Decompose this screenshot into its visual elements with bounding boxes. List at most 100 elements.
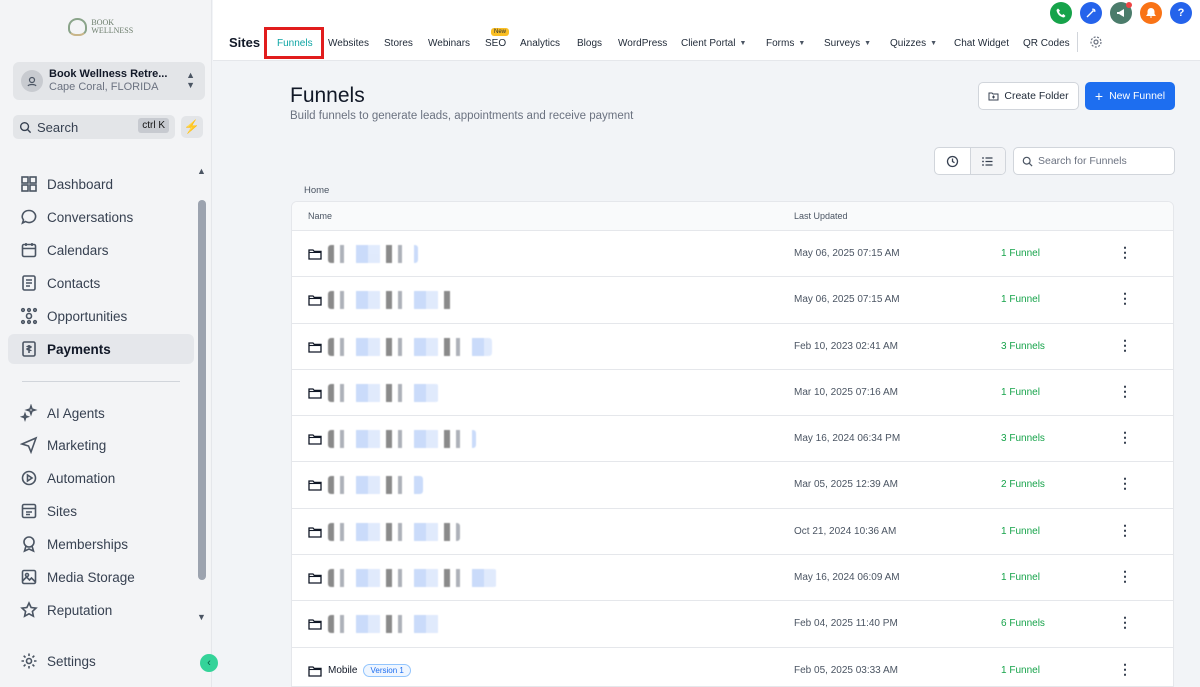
more-options-icon[interactable]: ⋮ bbox=[1118, 614, 1132, 630]
more-options-icon[interactable]: ⋮ bbox=[1118, 383, 1132, 399]
tab-seo[interactable]: SEO bbox=[485, 38, 506, 49]
tab-forms[interactable]: Forms ▼ bbox=[766, 38, 805, 49]
more-options-icon[interactable]: ⋮ bbox=[1118, 290, 1132, 306]
sidebar-item-dashboard[interactable]: Dashboard bbox=[8, 169, 194, 199]
list-view-button[interactable] bbox=[969, 148, 1005, 174]
sidebar-item-sites[interactable]: Sites bbox=[8, 496, 194, 526]
funnel-count-link[interactable]: 1 Funnel bbox=[1001, 526, 1040, 537]
sidebar-item-label: Calendars bbox=[47, 242, 109, 258]
create-folder-button[interactable]: Create Folder bbox=[978, 82, 1079, 110]
redacted-folder-name[interactable] bbox=[328, 569, 497, 588]
more-options-icon[interactable]: ⋮ bbox=[1118, 475, 1132, 491]
table-row[interactable]: May 06, 2025 07:15 AM 1 Funnel ⋮ bbox=[292, 231, 1173, 278]
more-options-icon[interactable]: ⋮ bbox=[1118, 522, 1132, 538]
redacted-folder-name[interactable] bbox=[328, 476, 423, 495]
company-logo[interactable]: BOOK WELLNESS bbox=[68, 14, 148, 40]
tab-client-portal[interactable]: Client Portal ▼ bbox=[681, 38, 746, 49]
table-row[interactable]: Mar 05, 2025 12:39 AM 2 Funnels ⋮ bbox=[292, 462, 1173, 509]
megaphone-icon[interactable] bbox=[1110, 2, 1132, 24]
more-options-icon[interactable]: ⋮ bbox=[1118, 429, 1132, 445]
quick-action-bolt-icon[interactable]: ⚡ bbox=[181, 116, 203, 138]
funnel-count-link[interactable]: 1 Funnel bbox=[1001, 665, 1040, 676]
calendar-icon bbox=[21, 243, 37, 258]
tab-analytics[interactable]: Analytics bbox=[520, 38, 560, 49]
redacted-folder-name[interactable] bbox=[328, 430, 476, 449]
funnel-count-link[interactable]: 1 Funnel bbox=[1001, 248, 1040, 259]
column-header-last-updated[interactable]: Last Updated bbox=[794, 211, 848, 221]
redacted-folder-name[interactable] bbox=[328, 522, 460, 541]
funnel-count-link[interactable]: 2 Funnels bbox=[1001, 479, 1045, 490]
sidebar-item-settings[interactable]: Settings bbox=[8, 646, 194, 676]
more-options-icon[interactable]: ⋮ bbox=[1118, 337, 1132, 353]
sidebar-item-opportunities[interactable]: Opportunities bbox=[8, 301, 194, 331]
table-row[interactable]: Feb 04, 2025 11:40 PM 6 Funnels ⋮ bbox=[292, 601, 1173, 648]
sidebar-search[interactable]: Search ctrl K bbox=[13, 115, 175, 139]
table-row[interactable]: Mar 10, 2025 07:16 AM 1 Funnel ⋮ bbox=[292, 370, 1173, 417]
more-options-icon[interactable]: ⋮ bbox=[1118, 661, 1132, 677]
redacted-folder-name[interactable] bbox=[328, 615, 444, 634]
table-row[interactable]: May 06, 2025 07:15 AM 1 Funnel ⋮ bbox=[292, 277, 1173, 324]
more-options-icon[interactable]: ⋮ bbox=[1118, 568, 1132, 584]
sidebar-item-calendars[interactable]: Calendars bbox=[8, 235, 194, 265]
badge-icon bbox=[23, 536, 35, 553]
tab-quizzes[interactable]: Quizzes ▼ bbox=[890, 38, 937, 49]
new-funnel-button[interactable]: + New Funnel bbox=[1085, 82, 1175, 110]
tab-chat-widget[interactable]: Chat Widget bbox=[954, 38, 1009, 49]
sidebar-item-media-storage[interactable]: Media Storage bbox=[8, 562, 194, 592]
table-row[interactable]: May 16, 2024 06:34 PM 3 Funnels ⋮ bbox=[292, 416, 1173, 463]
redacted-folder-name[interactable] bbox=[328, 337, 492, 356]
funnel-count-link[interactable]: 6 Funnels bbox=[1001, 618, 1045, 629]
image-icon bbox=[21, 569, 37, 585]
sidebar-item-ai-agents[interactable]: AI Agents bbox=[8, 398, 194, 428]
phone-icon[interactable] bbox=[1050, 2, 1072, 24]
tab-surveys[interactable]: Surveys ▼ bbox=[824, 38, 871, 49]
magic-icon[interactable] bbox=[1080, 2, 1102, 24]
sidebar-scrollbar[interactable] bbox=[198, 200, 206, 580]
table-row[interactable]: Oct 21, 2024 10:36 AM 1 Funnel ⋮ bbox=[292, 509, 1173, 556]
sidebar-item-marketing[interactable]: Marketing bbox=[8, 430, 194, 460]
tab-stores[interactable]: Stores bbox=[384, 38, 413, 49]
funnel-search bbox=[1013, 147, 1175, 175]
chevron-down-icon: ▼ bbox=[864, 40, 872, 47]
sidebar-item-payments[interactable]: Payments bbox=[8, 334, 194, 364]
folder-icon bbox=[308, 295, 322, 306]
sidebar-item-memberships[interactable]: Memberships bbox=[8, 529, 194, 559]
table-row[interactable]: Feb 10, 2023 02:41 AM 3 Funnels ⋮ bbox=[292, 324, 1173, 370]
tab-label: Blogs bbox=[577, 38, 603, 49]
tab-webinars[interactable]: Webinars bbox=[428, 38, 470, 49]
redacted-folder-name[interactable] bbox=[328, 383, 439, 402]
scroll-up-arrow-icon[interactable]: ▲ bbox=[197, 166, 206, 176]
gear-icon[interactable] bbox=[1089, 35, 1103, 49]
help-icon[interactable]: ? bbox=[1170, 2, 1192, 24]
tab-funnels[interactable]: Funnels bbox=[277, 38, 313, 49]
funnel-count-link[interactable]: 3 Funnels bbox=[1001, 433, 1045, 444]
funnel-count-link[interactable]: 1 Funnel bbox=[1001, 294, 1040, 305]
tab-websites[interactable]: Websites bbox=[328, 38, 369, 49]
more-options-icon[interactable]: ⋮ bbox=[1118, 244, 1132, 260]
funnel-count-link[interactable]: 1 Funnel bbox=[1001, 572, 1040, 583]
table-row[interactable]: Mobile Version 1 Feb 05, 2025 03:33 AM 1 Fu… bbox=[292, 648, 1173, 686]
breadcrumb[interactable]: Home bbox=[304, 185, 329, 196]
chevron-down-icon: ▼ bbox=[798, 40, 806, 47]
section-title: Sites bbox=[229, 35, 261, 50]
tab-blogs[interactable]: Blogs bbox=[577, 38, 602, 49]
funnel-count-link[interactable]: 3 Funnels bbox=[1001, 341, 1045, 352]
tab-wordpress[interactable]: WordPress bbox=[618, 38, 667, 49]
table-row[interactable]: May 16, 2024 06:09 AM 1 Funnel ⋮ bbox=[292, 555, 1173, 602]
sidebar-item-contacts[interactable]: Contacts bbox=[8, 268, 194, 298]
funnel-count-link[interactable]: 1 Funnel bbox=[1001, 387, 1040, 398]
recent-view-button[interactable] bbox=[935, 148, 970, 174]
location-switcher[interactable]: Book Wellness Retre... Cape Coral, FLORI… bbox=[13, 62, 205, 100]
column-header-name[interactable]: Name bbox=[308, 211, 332, 221]
sidebar-item-reputation[interactable]: Reputation bbox=[8, 595, 194, 625]
redacted-folder-name[interactable] bbox=[328, 245, 418, 263]
collapse-sidebar-chevron-left-icon[interactable]: ‹ bbox=[200, 654, 218, 672]
folder-name[interactable]: Mobile Version 1 bbox=[328, 663, 411, 677]
sidebar-item-automation[interactable]: Automation bbox=[8, 463, 194, 493]
tab-qr-codes[interactable]: QR Codes bbox=[1023, 38, 1070, 49]
bell-icon[interactable] bbox=[1140, 2, 1162, 24]
redacted-folder-name[interactable] bbox=[328, 291, 455, 310]
scroll-down-arrow-icon[interactable]: ▼ bbox=[197, 612, 206, 622]
sidebar-item-conversations[interactable]: Conversations bbox=[8, 202, 194, 232]
funnel-search-input[interactable] bbox=[1038, 155, 1168, 167]
